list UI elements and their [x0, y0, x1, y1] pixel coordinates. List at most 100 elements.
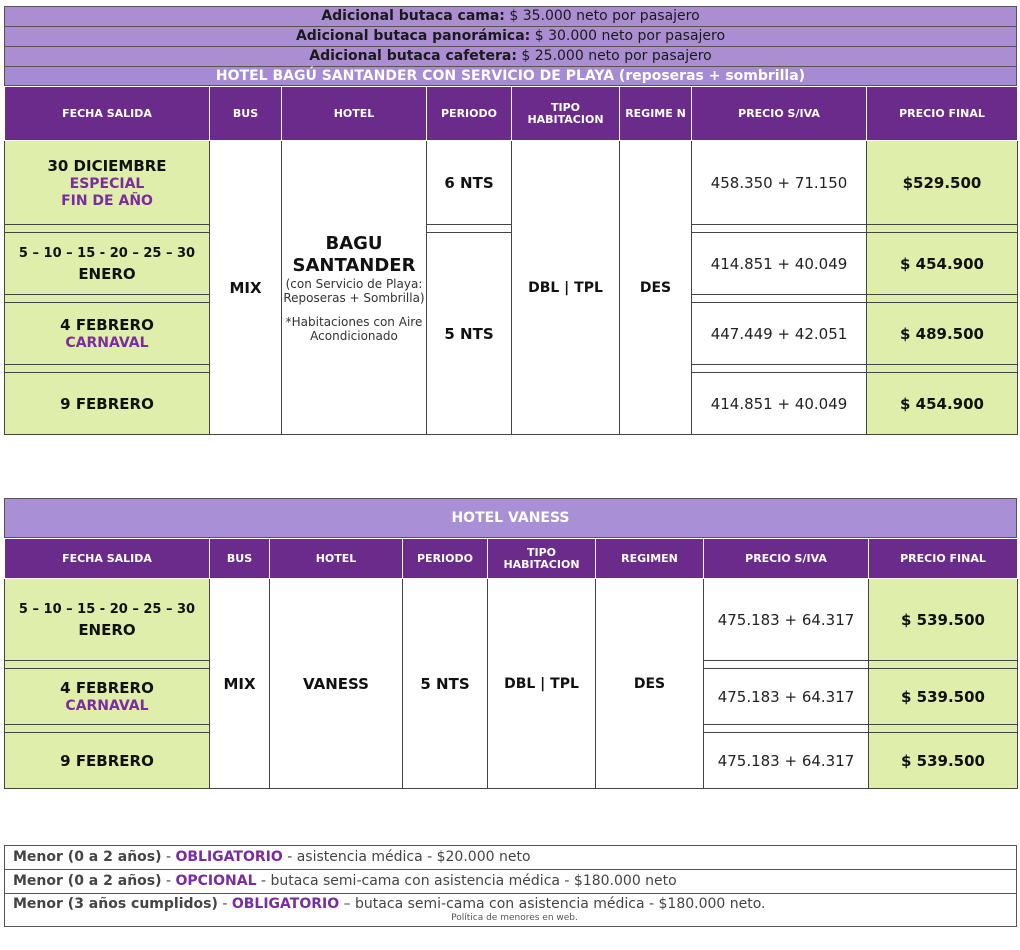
hotel-note: *Habitaciones con Aire Acondicionado — [285, 314, 423, 343]
precio-cell: 414.851 + 40.049 — [691, 372, 867, 435]
table-hotel-vaness: FECHA SALIDA BUS HOTEL PERIODO TIPO HABI… — [4, 538, 1018, 789]
header-fecha: FECHA SALIDA — [4, 86, 210, 141]
hotel-cell: VANESS — [269, 578, 403, 789]
final-cell: $529.500 — [866, 140, 1018, 225]
final-cell: $ 539.500 — [868, 732, 1018, 789]
tipo-cell: DBL | TPL — [511, 140, 620, 435]
header-regimen: REGIME N — [619, 86, 692, 141]
extra-value: $ 25.000 neto por pasajero — [521, 48, 712, 64]
note-row: Menor (0 a 2 años) - OPCIONAL - butaca s… — [5, 870, 1016, 894]
header-final: PRECIO FINAL — [868, 538, 1018, 579]
extra-value: $ 35.000 neto por pasajero — [509, 8, 700, 24]
periodo-cell: 6 NTS — [426, 140, 512, 225]
fecha-cell: 5 – 10 – 15 - 20 – 25 – 30 ENERO — [4, 578, 210, 661]
extra-label: Adicional butaca cafetera: — [309, 48, 517, 64]
extra-butaca-panoramica: Adicional butaca panorámica: $ 30.000 ne… — [4, 26, 1017, 46]
note-subject: Menor (0 a 2 años) — [13, 849, 162, 865]
date-sub: CARNAVAL — [65, 698, 149, 714]
extra-label: Adicional butaca cama: — [321, 8, 505, 24]
minors-notes: Menor (0 a 2 años) - OBLIGATORIO - asist… — [4, 845, 1017, 927]
precio-cell: 475.183 + 64.317 — [703, 668, 869, 725]
header-periodo: PERIODO — [426, 86, 512, 141]
precio-cell: 447.449 + 42.051 — [691, 302, 867, 365]
header-tipo: TIPO HABITACION — [487, 538, 596, 579]
table-row: 5 – 10 – 15 - 20 – 25 – 30 ENERO 5 NTS 4… — [4, 232, 1018, 435]
bus-cell: MIX — [209, 140, 282, 435]
date-text: 9 FEBRERO — [60, 394, 154, 413]
date-sub: CARNAVAL — [65, 335, 149, 351]
final-cell: $ 489.500 — [866, 302, 1018, 365]
note-text: – butaca semi-cama con asistencia médica… — [339, 896, 766, 912]
final-cell: $ 454.900 — [866, 232, 1018, 295]
row-spacer — [4, 224, 1018, 233]
extra-butaca-cama: Adicional butaca cama: $ 35.000 neto por… — [4, 6, 1017, 26]
periodo-cell: 5 NTS — [426, 232, 512, 435]
date-text: ENERO — [78, 620, 136, 639]
precio-cell: 475.183 + 64.317 — [703, 578, 869, 661]
table2-title: HOTEL VANESS — [4, 498, 1017, 538]
table-row: 5 – 10 – 15 - 20 – 25 – 30 ENERO MIX VAN… — [4, 578, 1018, 789]
precio-cell: 458.350 + 71.150 — [691, 140, 867, 225]
final-cell: $ 539.500 — [868, 668, 1018, 725]
extra-value: $ 30.000 neto por pasajero — [534, 28, 726, 44]
tipo-cell: DBL | TPL — [487, 578, 596, 789]
header-hotel: HOTEL — [269, 538, 403, 579]
regimen-cell: DES — [595, 578, 704, 789]
header-tipo: TIPO HABITACION — [511, 86, 620, 141]
header-bus: BUS — [209, 538, 270, 579]
regimen-cell: DES — [619, 140, 692, 435]
note-sep: - — [161, 873, 176, 889]
hotel-name: BAGU SANTANDER — [292, 232, 416, 276]
fecha-cell: 4 FEBRERO CARNAVAL — [4, 668, 210, 725]
table1-title: HOTEL BAGÚ SANTANDER CON SERVICIO DE PLA… — [4, 66, 1017, 86]
header-regimen: REGIMEN — [595, 538, 704, 579]
bus-cell: MIX — [209, 578, 270, 789]
date-text: 30 DICIEMBRE — [47, 156, 167, 175]
web-policy-link[interactable]: Política de menores en web. — [13, 914, 1016, 923]
note-text: - butaca semi-cama con asistencia médica… — [256, 873, 677, 889]
date-text: ENERO — [78, 264, 136, 283]
table2-header-row: FECHA SALIDA BUS HOTEL PERIODO TIPO HABI… — [4, 538, 1018, 579]
fecha-cell: 9 FEBRERO — [4, 732, 210, 789]
table1-header-row: FECHA SALIDA BUS HOTEL PERIODO TIPO HABI… — [4, 86, 1018, 141]
hotel-desc: (con Servicio de Playa: Reposeras + Somb… — [283, 276, 425, 305]
note-subject: Menor (3 años cumplidos) — [13, 896, 218, 912]
table-hotel-bagu: FECHA SALIDA BUS HOTEL PERIODO TIPO HABI… — [4, 86, 1018, 435]
date-sub2: FIN DE AÑO — [61, 192, 153, 209]
date-small: 5 – 10 – 15 - 20 – 25 – 30 — [18, 245, 196, 261]
note-flag: OPCIONAL — [175, 873, 257, 889]
extra-label: Adicional butaca panorámica: — [295, 28, 531, 44]
header-fecha: FECHA SALIDA — [4, 538, 210, 579]
note-flag: OBLIGATORIO — [175, 849, 283, 865]
date-sub: ESPECIAL — [69, 175, 145, 192]
note-subject: Menor (0 a 2 años) — [13, 873, 162, 889]
date-text: 4 FEBRERO — [60, 679, 154, 697]
date-small: 5 – 10 – 15 - 20 – 25 – 30 — [18, 601, 196, 617]
header-bus: BUS — [209, 86, 282, 141]
fecha-cell: 5 – 10 – 15 - 20 – 25 – 30 ENERO — [4, 232, 210, 295]
note-sep: - — [161, 849, 176, 865]
date-text: 9 FEBRERO — [60, 751, 154, 770]
header-precio: PRECIO S/IVA — [703, 538, 869, 579]
header-final: PRECIO FINAL — [866, 86, 1018, 141]
precio-cell: 414.851 + 40.049 — [691, 232, 867, 295]
note-row: Menor (0 a 2 años) - OBLIGATORIO - asist… — [5, 846, 1016, 870]
hotel-cell: BAGU SANTANDER (con Servicio de Playa: R… — [281, 140, 427, 435]
extra-butaca-cafetera: Adicional butaca cafetera: $ 25.000 neto… — [4, 46, 1017, 66]
final-cell: $ 539.500 — [868, 578, 1018, 661]
header-precio: PRECIO S/IVA — [691, 86, 867, 141]
header-periodo: PERIODO — [402, 538, 488, 579]
final-cell: $ 454.900 — [866, 372, 1018, 435]
header-hotel: HOTEL — [281, 86, 427, 141]
note-sep: - — [217, 896, 232, 912]
note-flag: OBLIGATORIO — [231, 896, 340, 912]
note-text: - asistencia médica - $20.000 neto — [282, 849, 531, 865]
note-row: Menor (3 años cumplidos) - OBLIGATORIO –… — [5, 894, 1016, 926]
periodo-cell: 5 NTS — [402, 578, 488, 789]
date-text: 4 FEBRERO — [60, 316, 154, 334]
fecha-cell: 4 FEBRERO CARNAVAL — [4, 302, 210, 365]
precio-cell: 475.183 + 64.317 — [703, 732, 869, 789]
fecha-cell: 30 DICIEMBRE ESPECIAL FIN DE AÑO — [4, 140, 210, 225]
table-row: 30 DICIEMBRE ESPECIAL FIN DE AÑO MIX BAG… — [4, 140, 1018, 435]
fecha-cell: 9 FEBRERO — [4, 372, 210, 435]
